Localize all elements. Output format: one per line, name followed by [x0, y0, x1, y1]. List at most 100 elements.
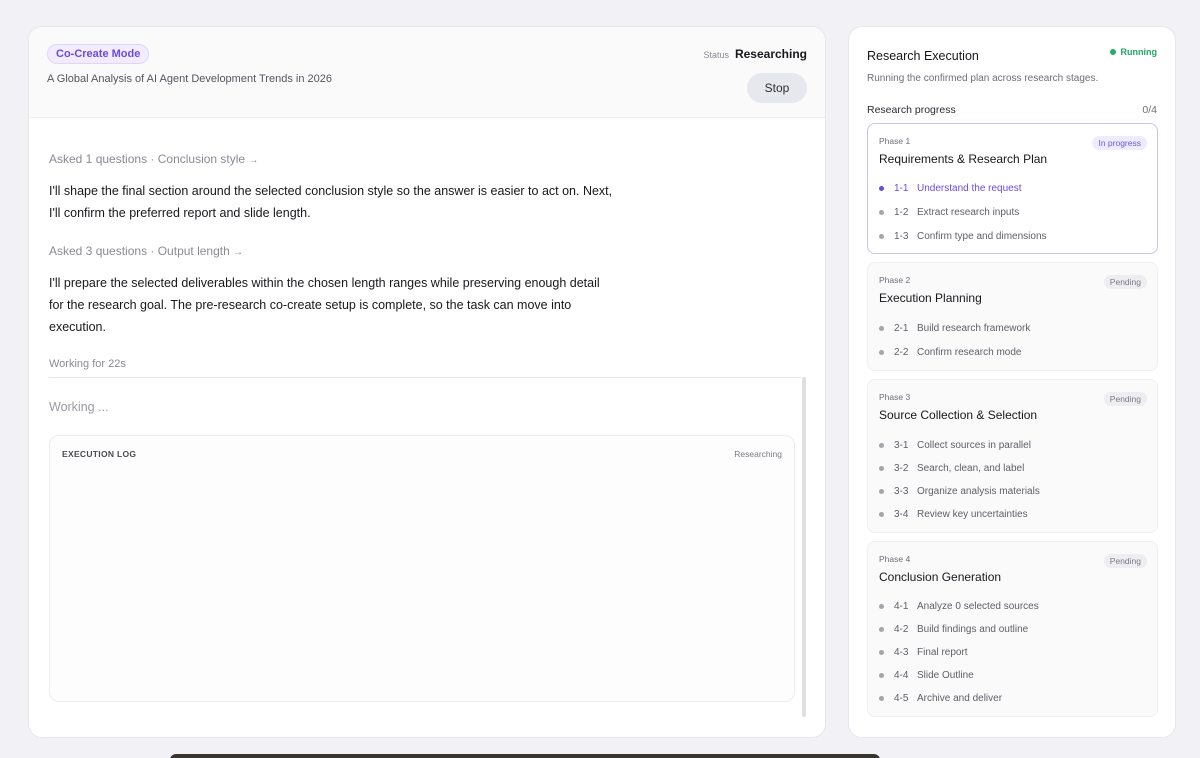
step-label: Final report	[917, 646, 968, 658]
phase-status-badge: Pending	[1103, 554, 1147, 568]
phase-name: Requirements & Research Plan	[879, 152, 1048, 166]
phase-status-badge: In progress	[1092, 136, 1147, 150]
message-meta-text: Asked 3 questions · Output length	[49, 244, 230, 258]
step-id: 2-2	[894, 346, 909, 358]
step-dot-icon	[879, 672, 884, 678]
step-item[interactable]: 4-5 Archive and deliver	[879, 691, 1002, 705]
step-item[interactable]: 1-1 Understand the request	[879, 181, 1022, 195]
running-label: Running	[1120, 47, 1158, 57]
step-id: 4-4	[894, 669, 909, 681]
arrow-right-icon: →	[248, 155, 259, 166]
step-dot-icon	[879, 442, 884, 448]
execution-log-title: EXECUTION LOG	[62, 449, 137, 459]
step-dot-icon	[879, 626, 884, 632]
step-label: Collect sources in parallel	[917, 439, 1031, 451]
step-dot-icon	[879, 465, 884, 471]
step-id: 4-3	[894, 646, 909, 658]
step-item[interactable]: 4-1 Analyze 0 selected sources	[879, 599, 1039, 613]
status-label: Status	[703, 50, 729, 60]
stop-button[interactable]: Stop	[747, 73, 807, 103]
step-item[interactable]: 3-2 Search, clean, and label	[879, 461, 1024, 475]
research-execution-panel: Research Execution Running Running the c…	[848, 26, 1176, 738]
phase-number: Phase 2	[879, 275, 911, 285]
assistant-message-2: I'll prepare the selected deliverables w…	[49, 272, 669, 338]
progress-count: 0/4	[1142, 104, 1157, 116]
step-id: 1-1	[894, 182, 909, 194]
phase-number: Phase 3	[879, 392, 911, 402]
step-label: Extract research inputs	[917, 206, 1020, 218]
message-meta-2[interactable]: Asked 3 questions · Output length →	[49, 244, 243, 258]
message-line: I'll shape the final section around the …	[49, 184, 613, 198]
step-dot-icon	[879, 349, 884, 355]
step-id: 1-2	[894, 206, 909, 218]
execution-log-status: Researching	[734, 449, 782, 459]
step-label: Slide Outline	[917, 669, 974, 681]
progress-label: Research progress	[867, 104, 956, 116]
step-label: Understand the request	[917, 182, 1022, 194]
phase-card-1[interactable]: Phase 1 In progress Requirements & Resea…	[867, 123, 1158, 254]
status-indicator: Status Researching	[703, 47, 807, 61]
step-label: Review key uncertainties	[917, 508, 1028, 520]
step-label: Confirm research mode	[917, 346, 1022, 358]
step-dot-icon	[879, 185, 884, 191]
step-label: Build research framework	[917, 322, 1031, 334]
step-dot-icon	[879, 209, 884, 215]
step-dot-icon	[879, 603, 884, 609]
status-dot-icon	[1109, 49, 1116, 55]
running-badge: Running	[1109, 47, 1158, 57]
step-id: 3-2	[894, 462, 909, 474]
task-title: A Global Analysis of AI Agent Developmen…	[47, 73, 332, 85]
message-line: I'll prepare the selected deliverables w…	[49, 276, 600, 290]
phase-name: Execution Planning	[879, 291, 982, 305]
step-label: Confirm type and dimensions	[917, 230, 1047, 242]
phase-card-3[interactable]: Phase 3 Pending Source Collection & Sele…	[867, 379, 1158, 533]
step-item[interactable]: 3-3 Organize analysis materials	[879, 484, 1040, 498]
step-dot-icon	[879, 233, 884, 239]
panel-subtitle: Running the confirmed plan across resear…	[867, 73, 1099, 84]
phase-name: Conclusion Generation	[879, 570, 1002, 584]
step-label: Build findings and outline	[917, 623, 1029, 635]
phase-card-4[interactable]: Phase 4 Pending Conclusion Generation 4-…	[867, 541, 1158, 717]
step-item[interactable]: 2-2 Confirm research mode	[879, 345, 1021, 359]
step-item[interactable]: 2-1 Build research framework	[879, 321, 1030, 335]
execution-log: EXECUTION LOG Researching	[49, 435, 795, 702]
message-line: for the research goal. The pre-research …	[49, 298, 572, 312]
assistant-message-1: I'll shape the final section around the …	[49, 180, 669, 224]
phase-number: Phase 1	[879, 136, 911, 146]
step-id: 2-1	[894, 322, 909, 334]
step-item[interactable]: 3-1 Collect sources in parallel	[879, 438, 1031, 452]
step-item[interactable]: 1-2 Extract research inputs	[879, 205, 1019, 219]
status-value: Researching	[734, 47, 807, 61]
arrow-right-icon: →	[233, 247, 244, 258]
step-id: 3-4	[894, 508, 909, 520]
step-id: 4-1	[894, 600, 909, 612]
step-item[interactable]: 1-3 Confirm type and dimensions	[879, 229, 1047, 243]
message-line: execution.	[49, 320, 106, 334]
phase-card-2[interactable]: Phase 2 Pending Execution Planning 2-1 B…	[867, 262, 1158, 371]
divider	[49, 377, 801, 378]
step-label: Archive and deliver	[917, 692, 1003, 704]
step-dot-icon	[879, 488, 884, 494]
bottom-edge-bar	[170, 754, 880, 758]
step-dot-icon	[879, 695, 884, 701]
panel-title: Research Execution	[867, 49, 979, 63]
working-time: Working for 22s	[49, 358, 126, 370]
phase-number: Phase 4	[879, 554, 911, 564]
step-item[interactable]: 4-2 Build findings and outline	[879, 622, 1028, 636]
step-dot-icon	[879, 649, 884, 655]
step-id: 4-2	[894, 623, 909, 635]
working-status-text: Working ...	[49, 400, 109, 414]
step-label: Organize analysis materials	[917, 485, 1040, 497]
phase-name: Source Collection & Selection	[879, 408, 1038, 422]
step-id: 4-5	[894, 692, 909, 704]
step-id: 1-3	[894, 230, 909, 242]
step-item[interactable]: 4-4 Slide Outline	[879, 668, 974, 682]
mode-badge[interactable]: Co-Create Mode	[47, 44, 150, 64]
step-item[interactable]: 3-4 Review key uncertainties	[879, 507, 1028, 521]
step-item[interactable]: 4-3 Final report	[879, 645, 968, 659]
message-meta-1[interactable]: Asked 1 questions · Conclusion style →	[49, 152, 258, 166]
phase-status-badge: Pending	[1103, 392, 1147, 406]
scrollbar[interactable]	[802, 377, 806, 717]
step-id: 3-3	[894, 485, 909, 497]
chat-panel: Co-Create Mode A Global Analysis of AI A…	[28, 26, 826, 738]
